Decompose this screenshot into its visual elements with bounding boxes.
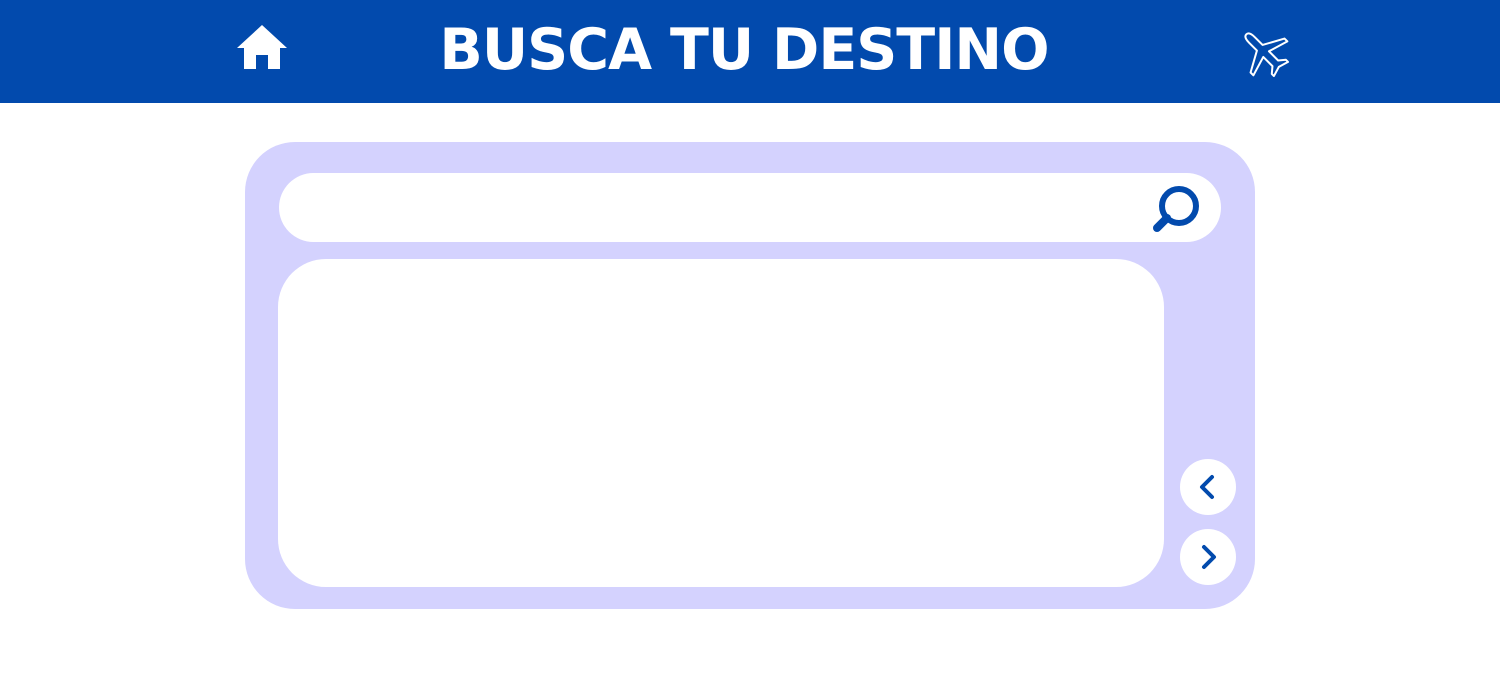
search-panel	[245, 142, 1255, 609]
chevron-left-icon	[1200, 475, 1214, 499]
previous-button[interactable]	[1180, 459, 1236, 515]
search-input[interactable]	[303, 183, 1137, 234]
airplane-icon	[1244, 32, 1290, 78]
chevron-right-icon	[1202, 545, 1216, 569]
next-button[interactable]	[1180, 529, 1236, 585]
top-header: BUSCA TU DESTINO	[0, 0, 1500, 103]
flights-button[interactable]	[1236, 24, 1292, 80]
search-bar	[279, 173, 1221, 242]
results-card	[278, 259, 1164, 587]
search-button[interactable]	[1149, 181, 1205, 237]
search-icon	[1153, 186, 1199, 232]
